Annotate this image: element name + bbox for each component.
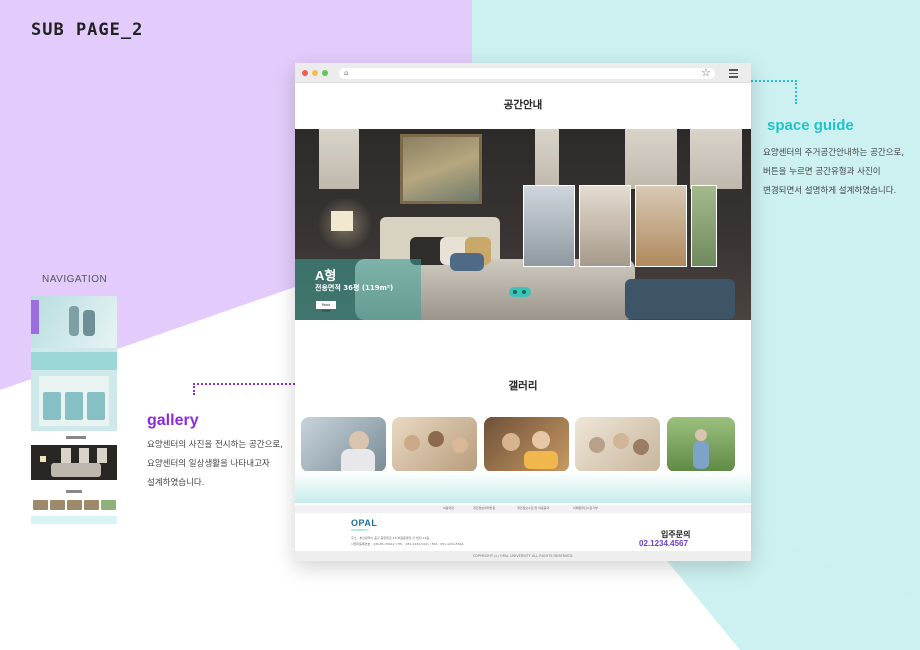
gallery-photo-person xyxy=(349,431,369,451)
maximize-window-button[interactable] xyxy=(322,70,328,76)
nav-thumbnail-sidebar xyxy=(31,300,39,334)
gallery-photo-person xyxy=(693,441,709,469)
page-label: SUB PAGE_2 xyxy=(31,20,144,40)
space-guide-annotation-line: 변경되면서 설명하게 설계하였습니다. xyxy=(763,186,897,196)
gallery-annotation-line: 설계하였습니다. xyxy=(147,478,205,488)
gallery-photo-person xyxy=(524,451,558,469)
gallery-photo-person xyxy=(532,431,550,449)
address-bar[interactable] xyxy=(339,68,715,79)
nav-thumbnail-photo xyxy=(33,500,48,510)
pillow xyxy=(450,253,484,271)
minimize-window-button[interactable] xyxy=(312,70,318,76)
window-blind xyxy=(535,129,559,189)
nav-thumbnail-bed xyxy=(51,463,101,477)
gallery-photo[interactable] xyxy=(667,417,735,472)
browser-window: ⌂ ☆ 공간안내 A형 전용면적 36평 (119m²) Read More 갤… xyxy=(295,63,751,561)
gallery-photo-person xyxy=(695,429,707,441)
gallery-photo[interactable] xyxy=(301,417,386,472)
copyright: COPYRIGHT (c) OPAL UNIVERSITY ALL RIGHTS… xyxy=(295,551,751,561)
gallery-photo[interactable] xyxy=(392,417,477,472)
gallery-photo-person xyxy=(404,435,420,451)
space-guide-annotation-description: 요양센터의 주거공간안내하는 공간으로, 버튼을 누르면 공간유형과 사진이 변… xyxy=(763,144,920,201)
room-type-name: A형 xyxy=(315,268,337,283)
footer-link[interactable]: 이메일무단수집거부 xyxy=(573,506,598,510)
gallery-photo-person xyxy=(452,437,468,453)
gallery-annotation-line: 요양센터의 사진을 전시하는 공간으로, xyxy=(147,440,283,450)
gallery-photo-person xyxy=(428,431,444,447)
nav-thumbnail-photo xyxy=(101,500,116,510)
gallery-photo-person xyxy=(589,437,605,453)
gallery-fade xyxy=(295,471,751,503)
inquiry-phone[interactable]: 02.1234.4567 xyxy=(639,539,688,548)
nav-thumbnail-figure xyxy=(69,306,79,336)
nav-thumbnail-figure xyxy=(83,310,95,336)
nav-thumbnail-main[interactable] xyxy=(31,296,117,431)
gallery-photo-person xyxy=(613,433,629,449)
star-icon[interactable]: ☆ xyxy=(701,66,711,79)
space-guide-annotation-line: 요양센터의 주거공간안내하는 공간으로, xyxy=(763,148,905,158)
nav-thumbnail-gallery[interactable] xyxy=(31,498,117,526)
nav-thumbnail-window xyxy=(97,448,107,463)
space-guide-annotation-heading: space guide xyxy=(767,117,854,134)
nav-thumbnail-strip xyxy=(31,352,117,370)
pager-dot[interactable] xyxy=(513,290,517,294)
gallery-photo[interactable] xyxy=(484,417,569,472)
pager-dot[interactable] xyxy=(522,290,526,294)
browser-toolbar: ⌂ ☆ xyxy=(295,63,751,83)
gallery-photo-person xyxy=(341,449,375,472)
gallery-photo-person xyxy=(633,439,649,455)
room-thumbnails xyxy=(523,185,747,267)
footer-link[interactable]: 개인정보수집 및 이용동의 xyxy=(517,506,549,510)
nav-thumbnail-label xyxy=(66,436,86,439)
footer-logo-subtitle: UNIVERSITY xyxy=(351,528,369,532)
nav-thumbnail-label xyxy=(66,490,82,493)
gallery-photo[interactable] xyxy=(575,417,660,472)
room-thumbnail[interactable] xyxy=(523,185,575,267)
nav-thumbnail-card xyxy=(43,392,61,420)
nav-thumbnail-footer xyxy=(31,516,117,524)
wall-painting xyxy=(400,134,482,204)
space-hero-image: A형 전용면적 36평 (119m²) Read More xyxy=(295,129,751,320)
nav-thumbnail-photo xyxy=(67,500,82,510)
nav-thumbnail-window xyxy=(79,448,89,463)
gallery-section-title: 갤러리 xyxy=(508,380,538,392)
window-blind xyxy=(319,129,359,189)
bench xyxy=(625,279,735,319)
room-area: 전용면적 36평 (119m²) xyxy=(315,284,394,292)
nav-thumbnail-photo xyxy=(84,500,99,510)
close-window-button[interactable] xyxy=(302,70,308,76)
menu-icon[interactable] xyxy=(729,69,738,80)
gallery-annotation-description: 요양센터의 사진을 전시하는 공간으로, 요양센터의 일상생활을 나타내고자 설… xyxy=(147,436,297,493)
read-more-button[interactable]: Read More xyxy=(316,301,336,313)
space-section-title: 공간안내 xyxy=(503,99,543,111)
room-thumbnail[interactable] xyxy=(579,185,631,267)
window-blind xyxy=(690,129,742,189)
navigation-title: NAVIGATION xyxy=(42,274,108,285)
footer-logo[interactable]: OPAL xyxy=(351,518,377,528)
gallery-photo-person xyxy=(502,433,520,451)
gallery-annotation-line: 요양센터의 일상생활을 나타내고자 xyxy=(147,459,270,469)
lock-icon: ⌂ xyxy=(344,69,349,77)
lamp xyxy=(331,211,353,231)
nav-thumbnail-card xyxy=(65,392,83,420)
footer-link[interactable]: 이용약관 xyxy=(443,506,454,510)
space-guide-annotation-line: 버튼을 누르면 공간유형과 사진이 xyxy=(763,167,881,177)
nav-thumbnail-photo xyxy=(50,500,65,510)
nav-thumbnail-space[interactable] xyxy=(31,445,117,480)
room-thumbnail[interactable] xyxy=(691,185,717,267)
slider-pager[interactable] xyxy=(509,287,531,297)
nav-thumbnail-card xyxy=(87,392,105,420)
gallery-annotation-heading: gallery xyxy=(147,412,199,429)
footer-link[interactable]: 개인정보처리방침 xyxy=(473,506,495,510)
footer-links: 이용약관 개인정보처리방침 개인정보수집 및 이용동의 이메일무단수집거부 xyxy=(295,505,751,513)
footer-business-info: 사업자등록번호 : 130-81-33412 | TEL : 051-1234-… xyxy=(351,542,464,546)
room-thumbnail[interactable] xyxy=(635,185,687,267)
nav-thumbnail-window xyxy=(61,448,71,463)
gallery-grid xyxy=(295,417,751,473)
window-blind xyxy=(625,129,677,189)
footer-address: 주소 : 부산광역시 중구 중앙대로 26 부원동빌딩 ⑪ 빌딩 12층 xyxy=(351,536,430,540)
nav-thumbnail-lamp xyxy=(40,456,46,462)
